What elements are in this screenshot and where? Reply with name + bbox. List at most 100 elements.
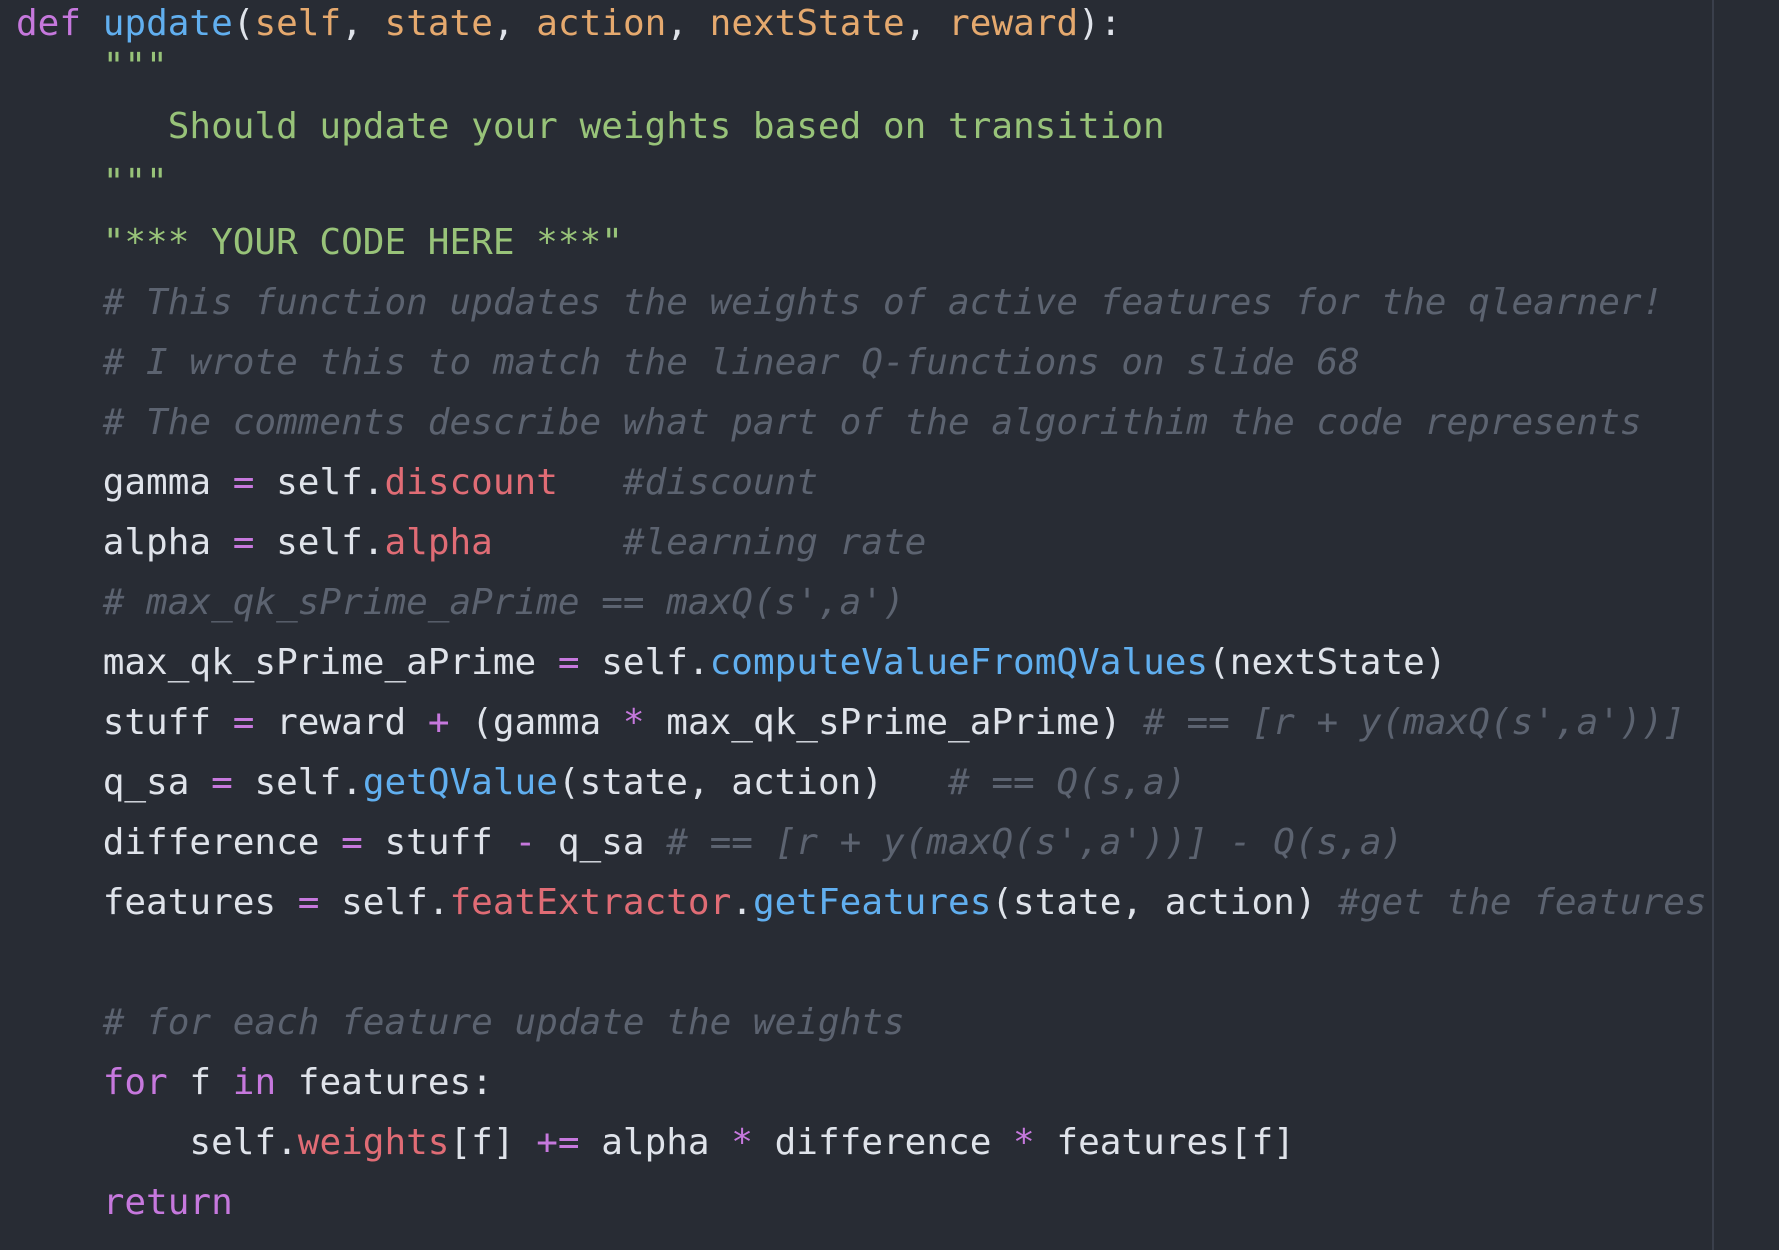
text-token: (state, action) <box>991 882 1339 923</box>
text-token: f <box>167 1062 233 1103</box>
comment-token: # The comments describe what part of the… <box>16 402 1642 443</box>
code-line-15[interactable]: difference = stuff - q_sa # == [r + y(ma… <box>16 819 1707 879</box>
keyword-token: for <box>102 1062 168 1103</box>
comment-token: # for each feature update the weights <box>16 1002 905 1043</box>
text-token: . <box>731 882 753 923</box>
text-token: (state, action) <box>557 762 949 803</box>
operator-token: * <box>1013 1122 1035 1163</box>
text-token: (gamma <box>449 702 623 743</box>
operator-token: = <box>232 462 255 503</box>
code-line-12[interactable]: max_qk_sPrime_aPrime = self.computeValue… <box>16 639 1707 699</box>
operator-token: = <box>557 642 580 683</box>
attribute-token: discount <box>384 462 558 503</box>
string-token: """ <box>16 46 168 87</box>
function-token: update <box>102 3 233 44</box>
operator-token: - <box>514 822 537 863</box>
text-token: self. <box>319 882 450 923</box>
text-token: self. <box>254 462 385 503</box>
text-token: stuff <box>362 822 515 863</box>
code-line-9[interactable]: gamma = self.discount #discount <box>16 459 1707 519</box>
code-line-4[interactable]: """ <box>16 163 1707 219</box>
keyword-token: return <box>102 1182 233 1223</box>
comment-token: # == [r + y(maxQ(s',a'))] <box>1143 702 1685 743</box>
code-line-21[interactable]: return <box>16 1179 1707 1239</box>
parameter-token: nextState <box>709 3 905 44</box>
code-line-17[interactable] <box>16 939 1707 999</box>
text-token: q_sa <box>16 762 212 803</box>
comment-token: # I wrote this to match the linear Q-fun… <box>16 342 1360 383</box>
code-line-2[interactable]: """ <box>16 47 1707 103</box>
text-token: self. <box>579 642 710 683</box>
code-line-11[interactable]: # max_qk_sPrime_aPrime == maxQ(s',a') <box>16 579 1707 639</box>
text-token: self. <box>254 522 385 563</box>
code-line-13[interactable]: stuff = reward + (gamma * max_qk_sPrime_… <box>16 699 1707 759</box>
wrap-guide-ruler <box>1712 0 1714 1250</box>
text-token: q_sa <box>536 822 667 863</box>
code-line-10[interactable]: alpha = self.alpha #learning rate <box>16 519 1707 579</box>
operator-token: = <box>232 522 255 563</box>
text-token: , <box>666 3 710 44</box>
function-token: getQValue <box>362 762 558 803</box>
text-token: [f] <box>449 1122 537 1163</box>
text-token: alpha <box>579 1122 732 1163</box>
string-token: Should update your weights based on tran… <box>16 106 1165 147</box>
comment-token: #discount <box>622 462 818 503</box>
function-token: getFeatures <box>752 882 992 923</box>
code-line-8[interactable]: # The comments describe what part of the… <box>16 399 1707 459</box>
text-token: gamma <box>16 462 233 503</box>
text-token: (nextState) <box>1208 642 1447 683</box>
code-line-18[interactable]: # for each feature update the weights <box>16 999 1707 1059</box>
attribute-token: weights <box>297 1122 450 1163</box>
comment-token: # max_qk_sPrime_aPrime == maxQ(s',a') <box>16 582 905 623</box>
code-editor[interactable]: def update(self, state, action, nextStat… <box>0 0 1779 1250</box>
text-token: , <box>341 3 385 44</box>
comment-token: # This function updates the weights of a… <box>16 282 1664 323</box>
code-line-7[interactable]: # I wrote this to match the linear Q-fun… <box>16 339 1707 399</box>
text-token: self. <box>16 1122 298 1163</box>
text-token: , <box>492 3 537 44</box>
operator-token: = <box>341 822 363 863</box>
text-token: ( <box>232 3 255 44</box>
comment-token: #learning rate <box>622 522 927 563</box>
text-token: , <box>904 3 949 44</box>
code-area[interactable]: def update(self, state, action, nextStat… <box>16 0 1707 1239</box>
text-token: features: <box>276 1062 493 1103</box>
operator-token: + <box>427 702 450 743</box>
operator-token: += <box>536 1122 580 1163</box>
operator-token: = <box>232 702 255 743</box>
parameter-token: state <box>384 3 493 44</box>
code-line-1[interactable]: def update(self, state, action, nextStat… <box>16 0 1707 47</box>
code-line-14[interactable]: q_sa = self.getQValue(state, action) # =… <box>16 759 1707 819</box>
parameter-token: action <box>536 3 667 44</box>
attribute-token: alpha <box>384 522 493 563</box>
operator-token: = <box>211 762 233 803</box>
code-line-20[interactable]: self.weights[f] += alpha * difference * … <box>16 1119 1707 1179</box>
code-line-16[interactable]: features = self.featExtractor.getFeature… <box>16 879 1707 939</box>
comment-token: #get the features <box>1338 882 1707 923</box>
code-line-5[interactable]: "*** YOUR CODE HERE ***" <box>16 219 1707 279</box>
comment-token: # == [r + y(maxQ(s',a'))] - Q(s,a) <box>666 822 1404 863</box>
text-token: features[f] <box>1034 1122 1295 1163</box>
operator-token: = <box>297 882 320 923</box>
operator-token: * <box>622 702 645 743</box>
code-line-3[interactable]: Should update your weights based on tran… <box>16 103 1707 163</box>
text-token: max_qk_sPrime_aPrime) <box>644 702 1144 743</box>
keyword-token: def <box>16 3 82 44</box>
string-token: "*** YOUR CODE HERE ***" <box>16 222 623 263</box>
text-token: self. <box>232 762 363 803</box>
parameter-token: self <box>254 3 342 44</box>
code-line-6[interactable]: # This function updates the weights of a… <box>16 279 1707 339</box>
text-token: stuff <box>16 702 233 743</box>
text-token: max_qk_sPrime_aPrime <box>16 642 558 683</box>
text-token: features <box>16 882 298 923</box>
function-token: computeValueFromQValues <box>709 642 1209 683</box>
text-token: reward <box>254 702 428 743</box>
keyword-token: in <box>232 1062 277 1103</box>
attribute-token: featExtractor <box>449 882 732 923</box>
code-line-19[interactable]: for f in features: <box>16 1059 1707 1119</box>
string-token: """ <box>16 162 168 203</box>
